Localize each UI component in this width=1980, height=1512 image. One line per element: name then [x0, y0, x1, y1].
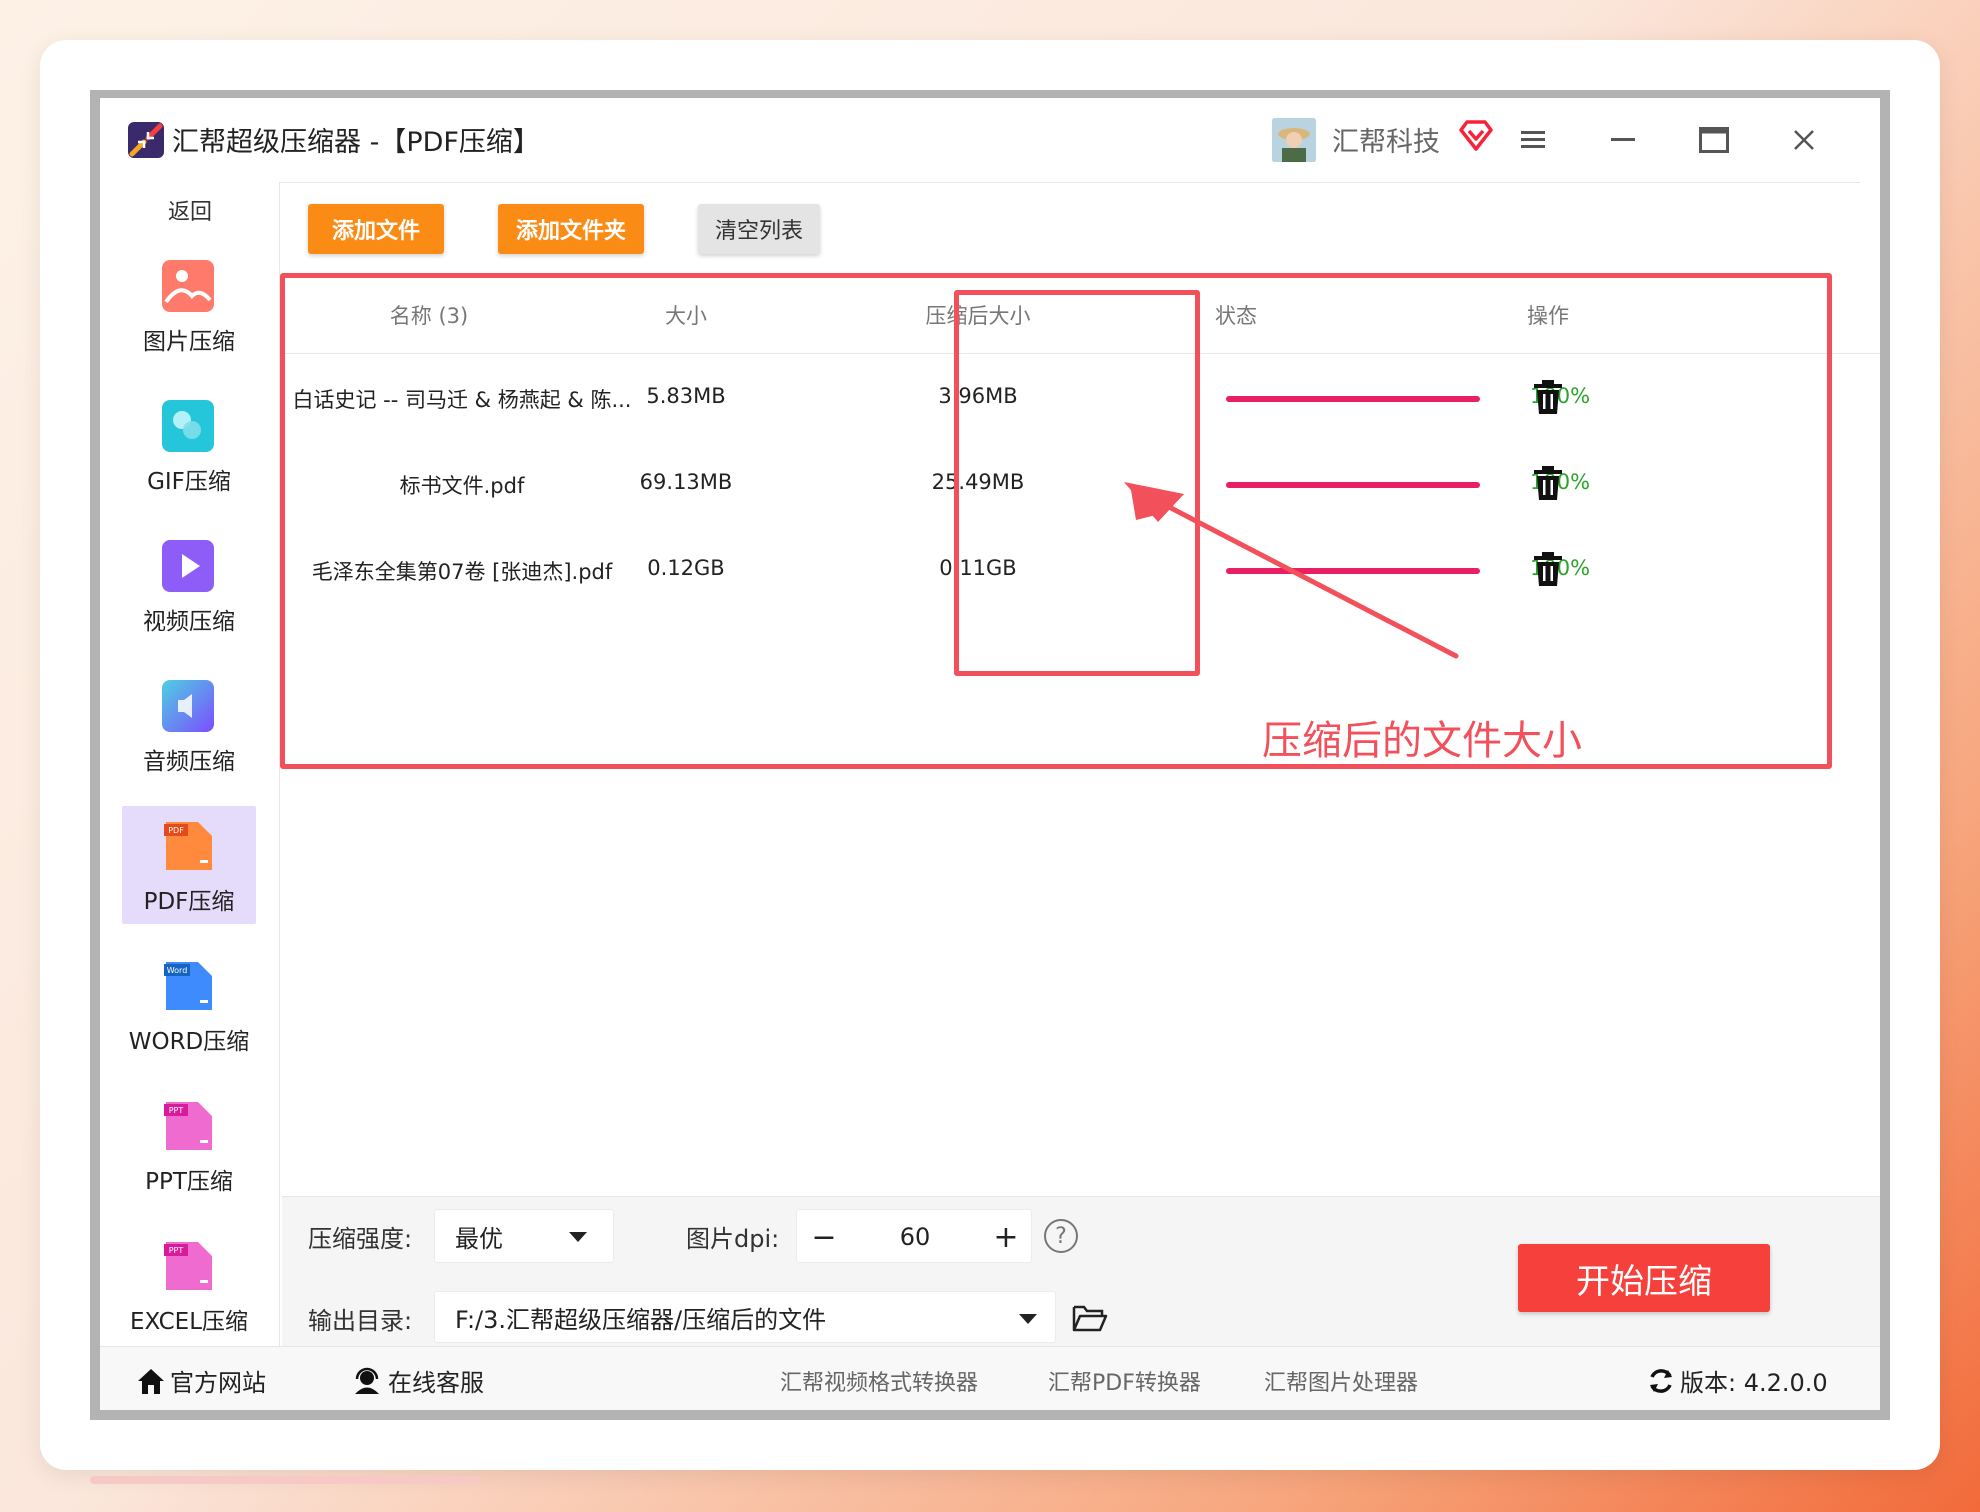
version-label: 版本: 4.2.0.0: [1680, 1369, 1828, 1397]
sidebar-item-label: PPT压缩: [145, 1169, 233, 1195]
official-site-label: 官方网站: [170, 1369, 266, 1397]
close-icon: [1794, 130, 1814, 150]
maximize-icon: [1699, 127, 1729, 153]
word-icon: Word: [164, 962, 212, 1010]
add-folder-button[interactable]: 添加文件夹: [498, 204, 644, 254]
sidebar-item-gif[interactable]: GIF压缩: [122, 386, 256, 504]
audio-icon: [162, 680, 214, 732]
pdf-converter-link[interactable]: 汇帮PDF转换器: [1048, 1365, 1201, 1397]
image-icon: [162, 260, 214, 312]
gif-icon: [162, 400, 214, 452]
strength-select[interactable]: 最优: [434, 1209, 614, 1263]
video-converter-link[interactable]: 汇帮视频格式转换器: [780, 1365, 978, 1397]
dpi-value[interactable]: 60: [851, 1210, 979, 1264]
sidebar-item-label: EXCEL压缩: [129, 1309, 249, 1335]
sidebar-item-video[interactable]: 视频压缩: [122, 526, 256, 644]
annotation-label: 压缩后的文件大小: [1262, 718, 1582, 764]
online-service-label: 在线客服: [388, 1369, 484, 1397]
sidebar-item-label: GIF压缩: [147, 469, 231, 495]
svg-text:PPT: PPT: [169, 1246, 184, 1255]
output-path-value: F:/3.汇帮超级压缩器/压缩后的文件: [455, 1305, 827, 1334]
sidebar-item-label: WORD压缩: [128, 1029, 250, 1055]
sidebar-item-word[interactable]: Word WORD压缩: [122, 946, 256, 1064]
clear-list-button[interactable]: 清空列表: [698, 204, 820, 254]
close-button[interactable]: [1780, 116, 1828, 164]
title-separator: [250, 182, 1860, 183]
title-bar: 汇帮超级压缩器 -【PDF压缩】 汇帮科技: [100, 98, 1880, 182]
sidebar-item-audio[interactable]: 音频压缩: [122, 666, 256, 784]
app-logo-icon: [128, 122, 164, 158]
excel-icon: PPT: [164, 1242, 212, 1290]
footer: 官方网站 在线客服 汇帮视频格式转换器 汇帮PDF转换器 汇帮图片处理器 版本:…: [100, 1346, 1880, 1410]
svg-text:PDF: PDF: [168, 826, 184, 835]
menu-button[interactable]: [1510, 116, 1558, 164]
back-button[interactable]: 返回: [100, 194, 280, 226]
minimize-icon: [1611, 138, 1635, 141]
annotation-arrow-icon: [1124, 482, 1459, 659]
vip-diamond-icon[interactable]: [1458, 118, 1494, 152]
decorative-underline: [90, 1476, 482, 1484]
dpi-label: 图片dpi:: [686, 1225, 780, 1253]
svg-text:Word: Word: [167, 966, 188, 975]
minimize-button[interactable]: [1600, 116, 1648, 164]
image-processor-link[interactable]: 汇帮图片处理器: [1264, 1365, 1418, 1397]
hamburger-icon: [1521, 131, 1545, 148]
chevron-down-icon: [1019, 1314, 1037, 1324]
strength-label: 压缩强度:: [308, 1225, 413, 1253]
dpi-decrease-button[interactable]: −: [797, 1210, 851, 1264]
dpi-increase-button[interactable]: +: [979, 1210, 1033, 1264]
help-icon[interactable]: ?: [1044, 1219, 1078, 1253]
sidebar-item-label: 图片压缩: [143, 329, 235, 355]
folder-open-icon[interactable]: [1072, 1303, 1108, 1333]
add-file-button[interactable]: 添加文件: [308, 204, 444, 254]
pdf-icon: PDF: [164, 822, 212, 870]
sidebar-item-label: 音频压缩: [143, 749, 235, 775]
sidebar: 返回 图片压缩 GIF压缩 视频压缩 音频压缩 PDF PDF压缩 Word W…: [100, 182, 280, 1346]
output-path-select[interactable]: F:/3.汇帮超级压缩器/压缩后的文件: [434, 1291, 1056, 1343]
user-name[interactable]: 汇帮科技: [1332, 120, 1440, 159]
user-avatar[interactable]: [1272, 118, 1316, 162]
strength-value: 最优: [455, 1224, 503, 1253]
sidebar-item-pdf[interactable]: PDF PDF压缩: [122, 806, 256, 924]
start-compress-button[interactable]: 开始压缩: [1518, 1244, 1770, 1312]
headset-icon: [355, 1367, 379, 1394]
sidebar-item-label: 视频压缩: [143, 609, 235, 635]
sidebar-item-label: PDF压缩: [143, 889, 235, 915]
refresh-icon: [1650, 1368, 1672, 1393]
maximize-button[interactable]: [1690, 116, 1738, 164]
ppt-icon: PPT: [164, 1102, 212, 1150]
avatar-image-icon: [1272, 118, 1316, 162]
output-label: 输出目录:: [308, 1307, 413, 1335]
window-title: 汇帮超级压缩器 -【PDF压缩】: [172, 127, 540, 158]
video-icon: [162, 540, 214, 592]
online-service-link[interactable]: 在线客服: [352, 1363, 484, 1398]
version-info[interactable]: 版本: 4.2.0.0: [1646, 1363, 1828, 1398]
sidebar-item-image[interactable]: 图片压缩: [122, 246, 256, 364]
home-icon: [138, 1368, 164, 1394]
chevron-down-icon: [569, 1232, 587, 1242]
sidebar-item-ppt[interactable]: PPT PPT压缩: [122, 1086, 256, 1204]
official-site-link[interactable]: 官方网站: [136, 1363, 266, 1398]
svg-text:PPT: PPT: [169, 1106, 184, 1115]
dpi-stepper[interactable]: − 60 +: [796, 1209, 1032, 1263]
sidebar-item-excel[interactable]: PPT EXCEL压缩: [122, 1226, 256, 1344]
